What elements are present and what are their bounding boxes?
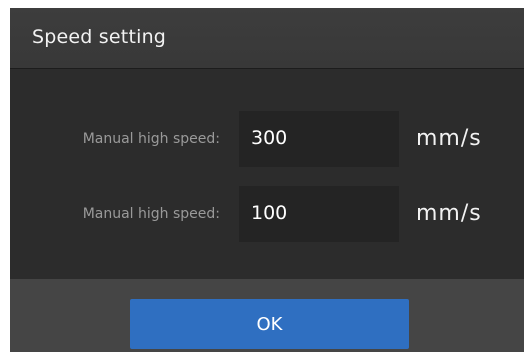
dialog-title-bar: Speed setting bbox=[10, 8, 524, 69]
manual-high-speed-input[interactable]: 300 bbox=[239, 111, 399, 167]
dialog-title: Speed setting bbox=[32, 26, 167, 48]
manual-high-speed-value: 300 bbox=[251, 127, 288, 149]
speed-unit-label-2: mm/s bbox=[416, 201, 482, 226]
manual-high-speed-value-2: 100 bbox=[251, 202, 288, 224]
speed-unit-label: mm/s bbox=[416, 126, 482, 151]
ok-button[interactable]: OK bbox=[130, 299, 409, 349]
manual-high-speed-label: Manual high speed: bbox=[82, 131, 220, 147]
manual-high-speed-input-2[interactable]: 100 bbox=[239, 186, 399, 242]
manual-high-speed-label-2: Manual high speed: bbox=[82, 206, 220, 222]
dialog-footer: OK bbox=[10, 279, 524, 352]
ok-button-label: OK bbox=[256, 314, 283, 335]
speed-setting-dialog: Speed setting Manual high speed: 300 mm/… bbox=[10, 8, 524, 352]
